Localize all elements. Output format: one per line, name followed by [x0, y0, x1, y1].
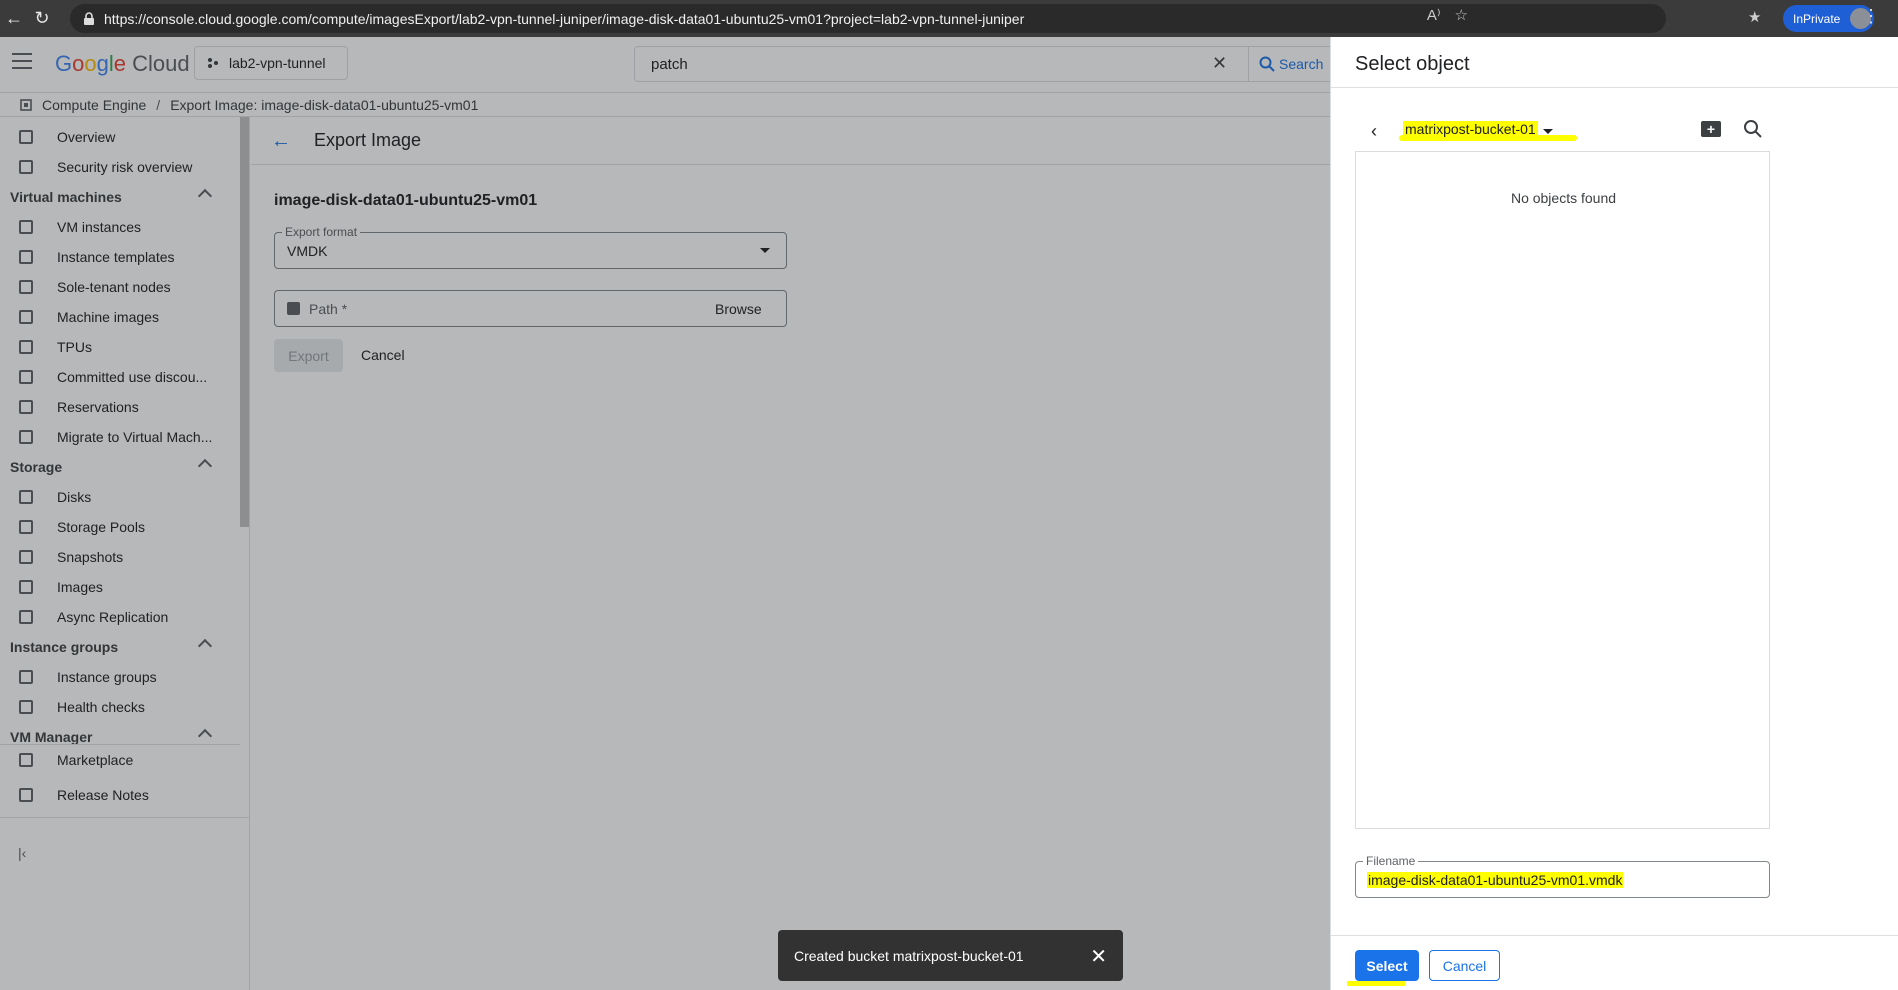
lock-icon — [84, 11, 94, 25]
filename-label: Filename — [1363, 854, 1419, 868]
snackbar: Created bucket matrixpost-bucket-01 ✕ — [778, 930, 1123, 981]
select-button[interactable]: Select — [1355, 950, 1419, 981]
inprivate-label: InPrivate — [1793, 11, 1841, 26]
snackbar-message: Created bucket matrixpost-bucket-01 — [794, 947, 1024, 964]
create-folder-icon[interactable]: + — [1701, 121, 1721, 137]
back-icon[interactable]: ← — [0, 5, 28, 33]
chevron-left-icon[interactable]: ‹ — [1371, 121, 1377, 142]
close-icon[interactable]: ✕ — [1090, 944, 1107, 969]
dropdown-arrow-icon[interactable] — [1543, 129, 1553, 134]
filename-field[interactable]: Filename image-disk-data01-ubuntu25-vm01… — [1355, 854, 1770, 898]
favorite-star-icon[interactable]: ☆ — [1455, 6, 1468, 24]
search-icon[interactable] — [1743, 119, 1763, 139]
panel-divider — [1331, 87, 1898, 88]
filename-value: image-disk-data01-ubuntu25-vm01.vmdk — [1367, 872, 1624, 888]
favorites-icon[interactable]: ★ — [1748, 8, 1761, 26]
read-aloud-icon[interactable]: A⁾ — [1427, 6, 1441, 24]
bucket-selector[interactable]: matrixpost-bucket-01 — [1403, 121, 1538, 137]
address-bar-actions: A⁾ ☆ — [1427, 6, 1468, 24]
modal-scrim — [0, 37, 1330, 990]
panel-footer-divider — [1331, 935, 1898, 936]
refresh-icon[interactable]: ↻ — [28, 5, 56, 33]
panel-title: Select object — [1355, 53, 1470, 75]
highlight-mark — [1347, 981, 1405, 986]
inprivate-badge[interactable]: InPrivate — [1783, 5, 1875, 32]
select-object-panel: Select object ‹ matrixpost-bucket-01 + N… — [1330, 37, 1898, 990]
url-text: https://console.cloud.google.com/compute… — [104, 10, 1025, 27]
empty-message: No objects found — [1510, 190, 1617, 206]
cancel-button[interactable]: Cancel — [1429, 950, 1500, 981]
more-icon[interactable]: ⋮ — [1862, 6, 1880, 27]
object-list: No objects found — [1355, 151, 1770, 829]
